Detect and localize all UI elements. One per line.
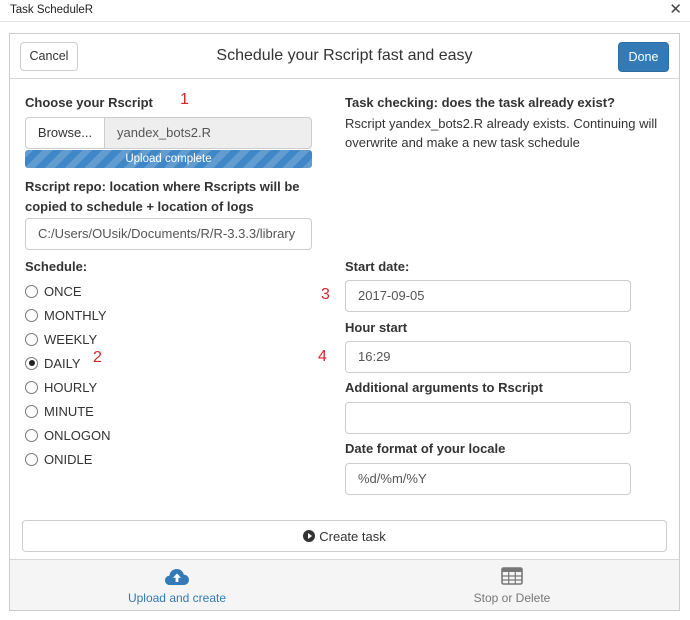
tab-stop-or-delete[interactable]: Stop or Delete [345, 560, 679, 611]
task-check-message: Rscript yandex_bots2.R already exists. C… [345, 116, 658, 150]
radio-button[interactable] [25, 332, 38, 346]
radio-button[interactable] [25, 404, 38, 418]
upload-progress-bar: Upload complete [25, 150, 312, 168]
date-format-input[interactable]: %d/%m/%Y [345, 463, 631, 495]
schedule-radio-group: ONCE MONTHLY WEEKLY DAILY HOURLY MINUTE … [25, 279, 175, 471]
radio-label: MONTHLY [44, 307, 107, 323]
create-task-content: Create task [23, 521, 666, 551]
date-format-label: Date format of your locale [345, 441, 506, 456]
args-label: Additional arguments to Rscript [345, 380, 543, 395]
radio-once[interactable]: ONCE [25, 279, 175, 303]
browse-button[interactable]: Browse... [25, 117, 105, 149]
file-input: Browse... yandex_bots2.R [25, 117, 312, 149]
radio-button[interactable] [25, 380, 38, 394]
hour-start-label: Hour start [345, 320, 408, 335]
dialog: Cancel Schedule your Rscript fast and ea… [9, 33, 680, 611]
footer-tabs: Upload and create Stop or Delete [10, 559, 679, 610]
create-task-button[interactable]: Create task [22, 520, 667, 552]
radio-button[interactable] [25, 452, 38, 466]
annotation-1: 1 [180, 91, 189, 108]
radio-button[interactable] [25, 308, 38, 322]
window-title: Task ScheduleR [10, 4, 94, 16]
radio-hourly[interactable]: HOURLY [25, 375, 175, 399]
window-titlebar: Task ScheduleR ✕ [0, 0, 690, 22]
close-icon[interactable]: ✕ [669, 1, 682, 19]
upload-status: Upload complete [125, 153, 212, 165]
radio-weekly[interactable]: WEEKLY [25, 327, 175, 351]
repo-label: Rscript repo: location where Rscripts wi… [25, 179, 300, 214]
radio-onlogon[interactable]: ONLOGON [25, 423, 175, 447]
radio-button[interactable] [25, 284, 38, 298]
radio-label: WEEKLY [44, 331, 98, 347]
schedule-label: Schedule: [25, 259, 88, 274]
annotation-3: 3 [321, 286, 330, 303]
start-date-input[interactable]: 2017-09-05 [345, 280, 631, 312]
radio-label: HOURLY [44, 379, 98, 395]
dialog-header: Cancel Schedule your Rscript fast and ea… [10, 34, 679, 79]
repo-input[interactable]: C:/Users/OUsik/Documents/R/R-3.3.3/libra… [25, 218, 312, 250]
file-name-field[interactable]: yandex_bots2.R [104, 117, 312, 149]
radio-button-selected[interactable] [25, 356, 38, 370]
dialog-title: Schedule your Rscript fast and easy [216, 47, 473, 64]
radio-label: ONLOGON [44, 427, 111, 443]
done-button[interactable]: Done [618, 42, 669, 72]
annotation-4: 4 [318, 348, 327, 365]
radio-label: DAILY [44, 355, 81, 371]
cloud-upload-icon [165, 569, 189, 585]
radio-label: ONIDLE [44, 451, 93, 467]
tab-upload-label: Upload and create [127, 591, 227, 605]
args-input[interactable] [345, 402, 631, 434]
radio-button[interactable] [25, 428, 38, 442]
radio-minute[interactable]: MINUTE [25, 399, 175, 423]
annotation-2: 2 [93, 349, 102, 366]
tab-stop-label: Stop or Delete [473, 591, 551, 605]
start-date-label: Start date: [345, 259, 410, 274]
play-circle-icon [303, 530, 316, 542]
choose-rscript-label: Choose your Rscript [25, 95, 153, 110]
table-icon [501, 567, 523, 585]
radio-label: MINUTE [44, 403, 94, 419]
radio-monthly[interactable]: MONTHLY [25, 303, 175, 327]
task-check-title: Task checking: does the task already exi… [345, 95, 615, 110]
create-task-label: Create task [319, 528, 386, 544]
radio-onidle[interactable]: ONIDLE [25, 447, 175, 471]
hour-start-input[interactable]: 16:29 [345, 341, 631, 373]
radio-label: ONCE [44, 283, 82, 299]
tab-upload-and-create[interactable]: Upload and create [10, 560, 344, 611]
